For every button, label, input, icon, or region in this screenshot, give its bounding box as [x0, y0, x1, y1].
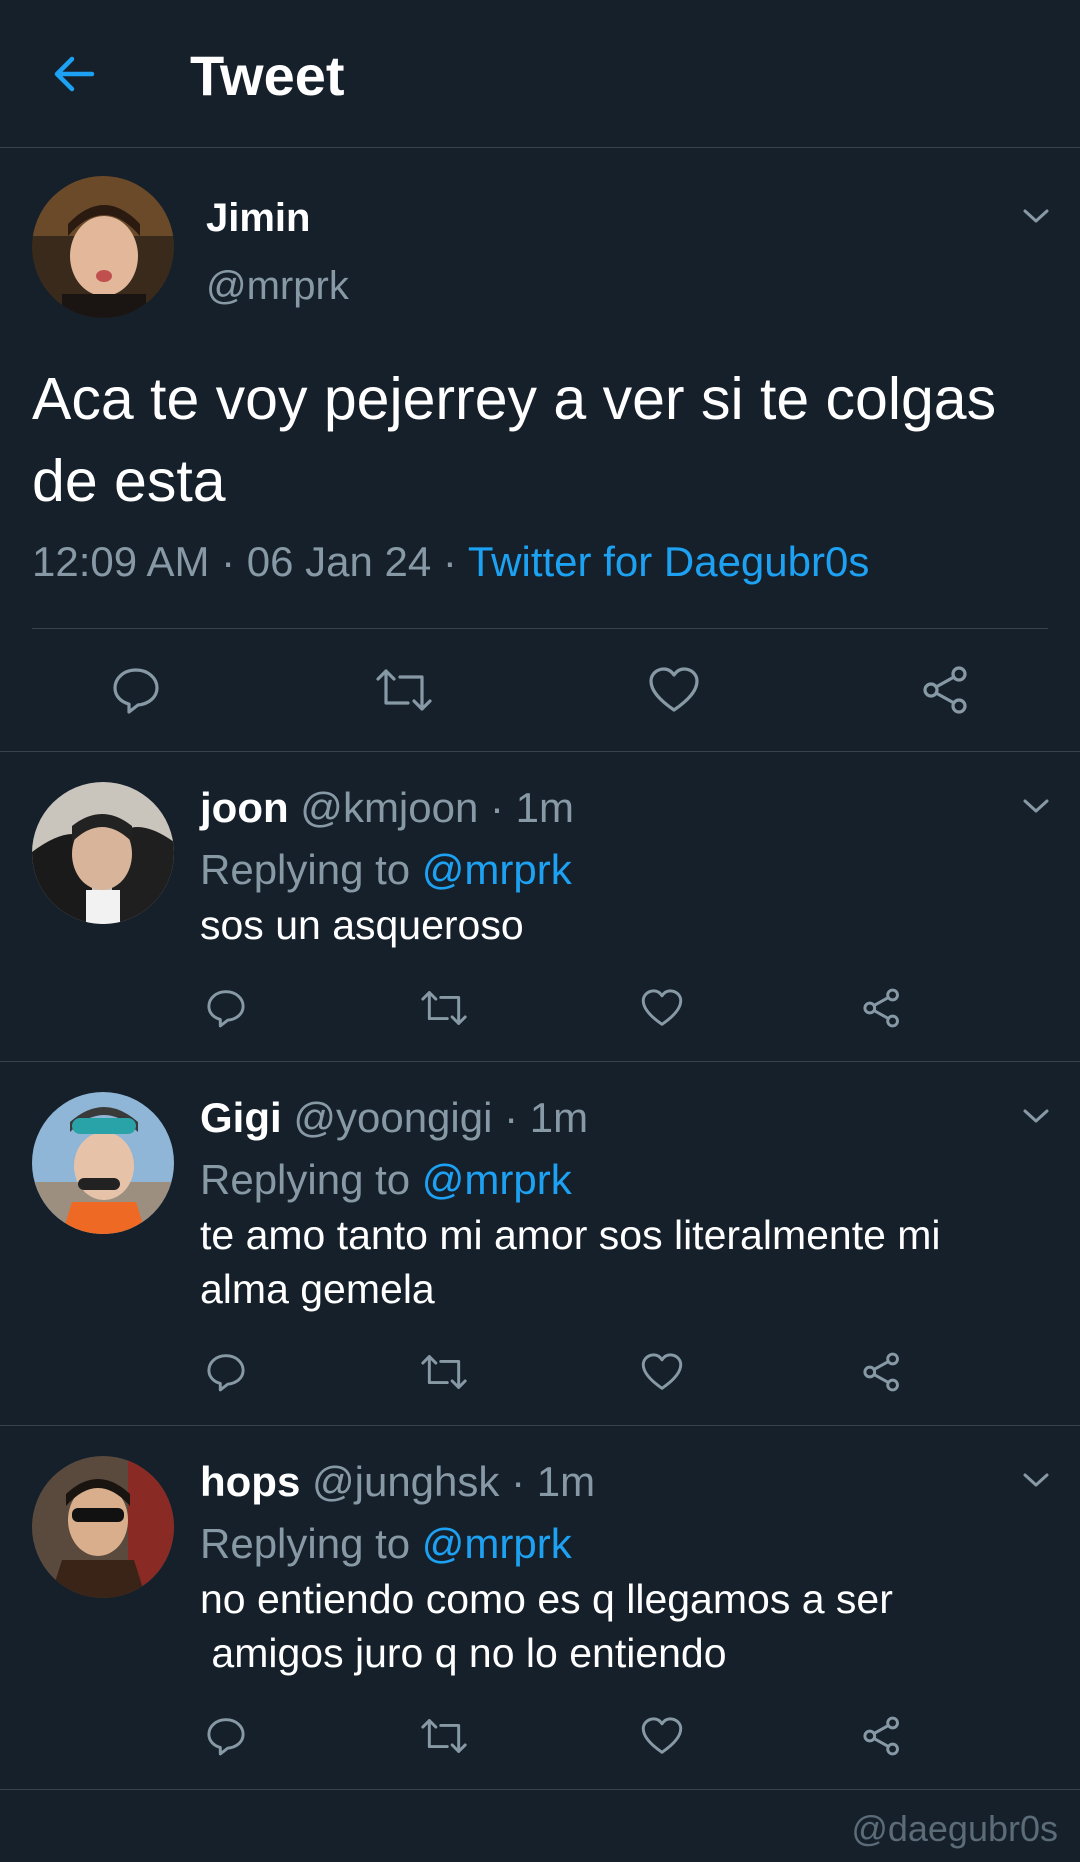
chevron-down-icon — [1023, 209, 1049, 223]
like-button[interactable] — [642, 658, 706, 722]
heart-icon — [649, 667, 699, 712]
reply-handle-time: @yoongigi · 1m — [281, 1094, 589, 1141]
main-tweet: Jimin @mrprk Aca te voy pejerrey a ver s… — [0, 148, 1080, 752]
tweet-timestamp: 12:09 AM · 06 Jan 24 · — [32, 538, 468, 585]
comment-icon — [113, 668, 159, 714]
back-button[interactable] — [40, 40, 108, 108]
reply-handle-time: @junghsk · 1m — [300, 1458, 596, 1505]
replying-to: Replying to @mrprk — [200, 1518, 572, 1570]
reply-button[interactable] — [200, 1710, 252, 1762]
reply-tweet[interactable]: Gigi @yoongigi · 1m Replying to @mrprk t… — [0, 1062, 1080, 1426]
reply-author-name[interactable]: joon — [200, 784, 289, 831]
comment-icon — [207, 990, 245, 1028]
reply-tweet[interactable]: joon @kmjoon · 1m Replying to @mrprk sos… — [0, 752, 1080, 1062]
author-name[interactable]: Jimin — [206, 196, 310, 241]
retweet-button[interactable] — [418, 1346, 470, 1398]
mention-link[interactable]: @mrprk — [422, 846, 572, 893]
heart-icon — [641, 989, 683, 1026]
reply-text: sos un asqueroso — [200, 902, 524, 948]
share-button[interactable] — [856, 982, 908, 1034]
tweet-source-link[interactable]: Twitter for Daegubr0s — [468, 538, 870, 585]
mention-link[interactable]: @mrprk — [422, 1156, 572, 1203]
avatar-jimin[interactable] — [32, 176, 174, 318]
like-button[interactable] — [636, 982, 688, 1034]
heart-icon — [641, 1717, 683, 1754]
page-title: Tweet — [190, 44, 345, 107]
replying-to-label: Replying to — [200, 846, 422, 893]
retweet-button[interactable] — [418, 982, 470, 1034]
tweet-metadata: 12:09 AM · 06 Jan 24 · Twitter for Daegu… — [32, 538, 869, 586]
avatar-gigi[interactable] — [32, 1092, 174, 1234]
share-button[interactable] — [856, 1710, 908, 1762]
reply-author-name[interactable]: Gigi — [200, 1094, 282, 1141]
top-bar: Tweet — [0, 0, 1080, 148]
retweet-icon — [421, 1719, 467, 1753]
reply-handle-time: @kmjoon · 1m — [288, 784, 575, 831]
like-button[interactable] — [636, 1346, 688, 1398]
author-handle[interactable]: @mrprk — [206, 264, 349, 309]
retweet-button[interactable] — [418, 1710, 470, 1762]
replying-to-label: Replying to — [200, 1156, 422, 1203]
reply-options-button[interactable] — [1016, 786, 1056, 826]
mention-link[interactable]: @mrprk — [422, 1520, 572, 1567]
share-icon — [863, 1352, 899, 1392]
reply-header: Gigi @yoongigi · 1m — [200, 1092, 588, 1144]
reply-options-button[interactable] — [1016, 1096, 1056, 1136]
share-icon — [923, 666, 967, 714]
reply-button[interactable] — [104, 658, 168, 722]
divider — [32, 628, 1048, 629]
share-icon — [863, 988, 899, 1028]
avatar-hops[interactable] — [32, 1456, 174, 1598]
tweet-page: Tweet Jimin @mrprk Aca te voy pejerrey a… — [0, 0, 1080, 1862]
replying-to: Replying to @mrprk — [200, 1154, 572, 1206]
reply-text: no entiendo como es q llegamos a ser ami… — [200, 1576, 893, 1676]
reply-button[interactable] — [200, 982, 252, 1034]
reply-text: te amo tanto mi amor sos literalmente mi… — [200, 1212, 941, 1312]
reply-button[interactable] — [200, 1346, 252, 1398]
share-button[interactable] — [914, 658, 978, 722]
chevron-down-icon — [1023, 799, 1049, 813]
share-icon — [863, 1716, 899, 1756]
reply-options-button[interactable] — [1016, 1460, 1056, 1500]
chevron-down-icon — [1023, 1473, 1049, 1487]
reply-header: joon @kmjoon · 1m — [200, 782, 574, 834]
avatar-joon[interactable] — [32, 782, 174, 924]
share-button[interactable] — [856, 1346, 908, 1398]
heart-icon — [641, 1353, 683, 1390]
arrow-left-icon — [54, 56, 95, 92]
tweet-text: Aca te voy pejerrey a ver si te colgas d… — [32, 366, 997, 514]
chevron-down-icon — [1023, 1109, 1049, 1123]
comment-icon — [207, 1718, 245, 1756]
watermark: @daegubr0s — [851, 1808, 1058, 1849]
retweet-button[interactable] — [372, 658, 436, 722]
retweet-icon — [376, 669, 432, 711]
reply-author-name[interactable]: hops — [200, 1458, 300, 1505]
replying-to: Replying to @mrprk — [200, 844, 572, 896]
retweet-icon — [421, 991, 467, 1025]
comment-icon — [207, 1354, 245, 1392]
like-button[interactable] — [636, 1710, 688, 1762]
reply-header: hops @junghsk · 1m — [200, 1456, 595, 1508]
retweet-icon — [421, 1355, 467, 1389]
tweet-options-button[interactable] — [1016, 196, 1056, 236]
replying-to-label: Replying to — [200, 1520, 422, 1567]
reply-tweet[interactable]: hops @junghsk · 1m Replying to @mrprk no… — [0, 1426, 1080, 1790]
